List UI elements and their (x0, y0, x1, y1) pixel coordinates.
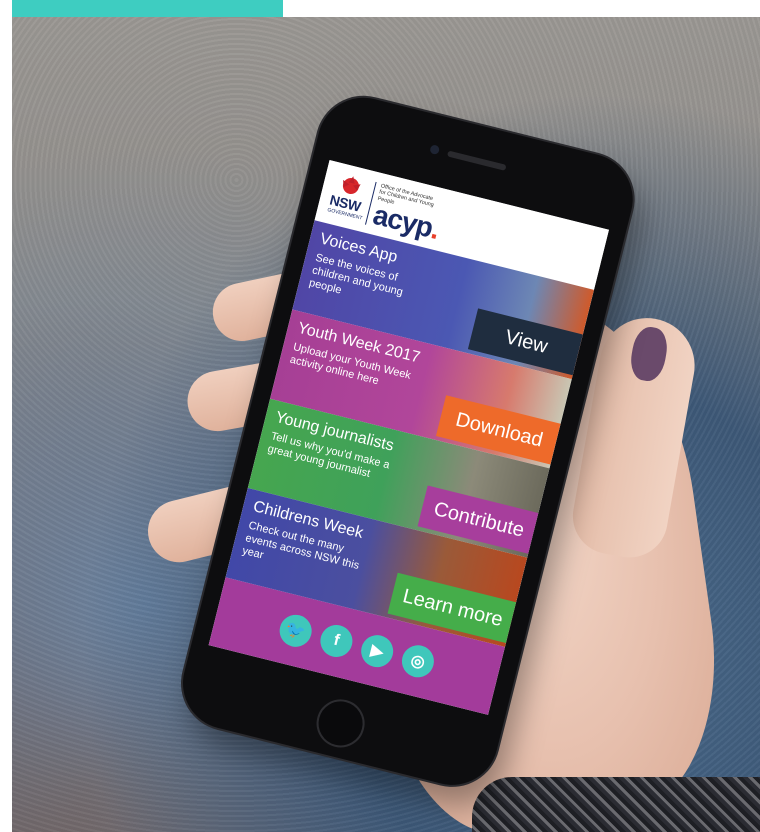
twitter-icon[interactable]: 🐦 (276, 611, 316, 651)
youtube-icon[interactable]: ▶ (357, 631, 397, 671)
instagram-icon[interactable]: ◎ (398, 641, 438, 681)
sweater-sleeve (472, 777, 760, 832)
speaker-grille (446, 150, 507, 171)
accent-bar (12, 0, 283, 17)
camera-icon (429, 144, 441, 156)
facebook-icon[interactable]: f (317, 621, 356, 661)
tile-description: See the voices of children and young peo… (307, 251, 405, 299)
home-button[interactable] (311, 694, 370, 753)
